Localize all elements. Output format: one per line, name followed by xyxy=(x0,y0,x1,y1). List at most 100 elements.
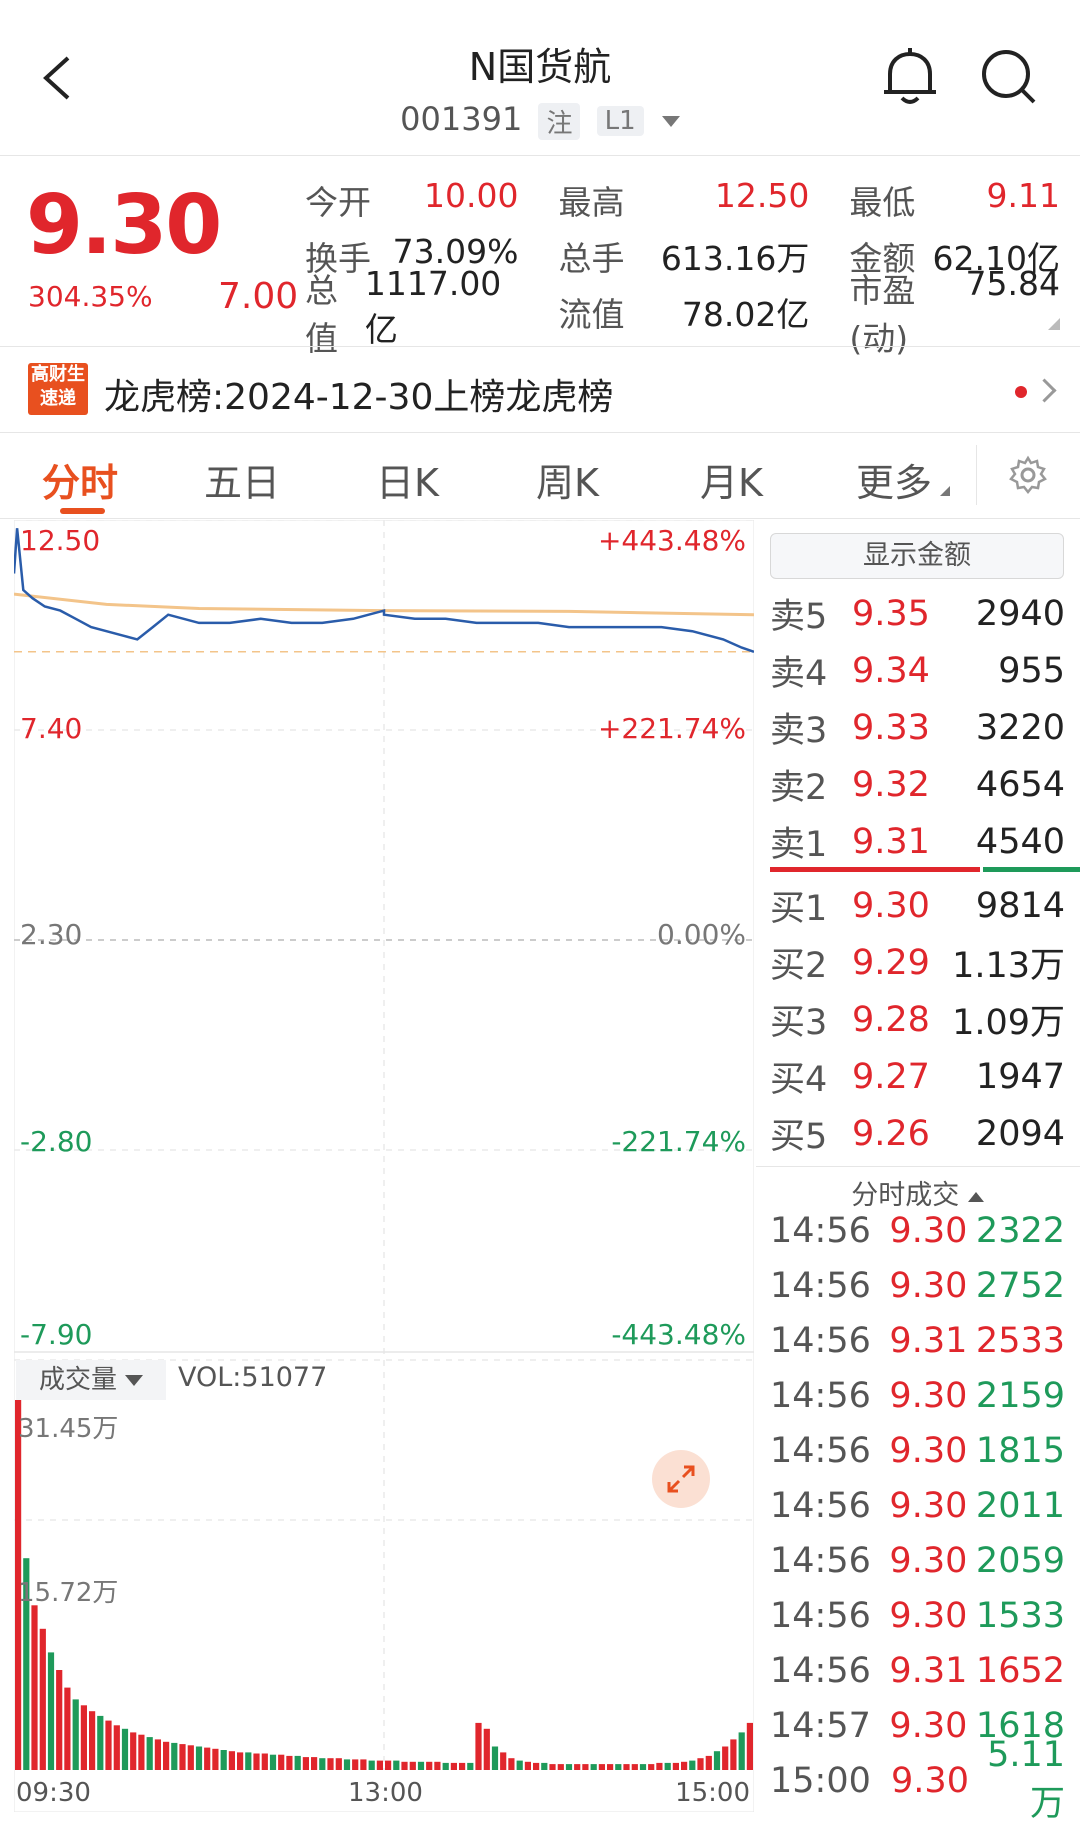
news-headline[interactable]: 龙虎榜:2024-12-30上榜龙虎榜 xyxy=(104,368,613,420)
show-amount-button[interactable]: 显示金额 xyxy=(770,533,1064,579)
volume-bar xyxy=(672,1762,679,1770)
volume-bar xyxy=(722,1746,729,1770)
level-tag[interactable]: L1 xyxy=(596,106,644,136)
ask-price: 9.33 xyxy=(852,707,930,748)
volume-bar xyxy=(746,1722,753,1770)
active-tab-indicator xyxy=(60,508,105,514)
stats-grid[interactable]: 今开 10.00 最高 12.50 最低 9.11 换手 73.09% 总手 613.16… xyxy=(305,172,1060,358)
volume-bar xyxy=(508,1758,515,1770)
volume-bar xyxy=(335,1758,342,1770)
ask-volume: 955 xyxy=(998,650,1065,691)
ask-volume: 2940 xyxy=(975,593,1065,634)
y-label-mid-high-pct: +221.74% xyxy=(597,712,746,745)
volume-bar xyxy=(393,1760,400,1770)
volume-bar xyxy=(31,1605,38,1770)
tab-daily-k[interactable]: 日K xyxy=(376,452,439,507)
tick-volume: 2752 xyxy=(975,1265,1065,1306)
tick-volume: 1533 xyxy=(975,1595,1065,1636)
volume-bar xyxy=(80,1705,87,1770)
tick-price: 9.30 xyxy=(889,1375,968,1416)
tick-row: 14:56 9.30 2059 xyxy=(770,1533,1065,1588)
volume-mid-label: 15.72万 xyxy=(18,1578,119,1608)
settings-gear-icon[interactable] xyxy=(1008,455,1048,495)
tab-intraday[interactable]: 分时 xyxy=(42,452,118,507)
chevron-down-icon[interactable] xyxy=(661,115,680,127)
ask-row[interactable]: 卖3 9.33 3220 xyxy=(770,699,1065,756)
volume-bar xyxy=(89,1711,96,1770)
divider xyxy=(0,346,1080,347)
ask-row[interactable]: 卖5 9.35 2940 xyxy=(770,585,1065,642)
bid-price: 9.26 xyxy=(852,1113,930,1154)
volume-bar xyxy=(343,1759,351,1770)
stats-row: 今开 10.00 最高 12.50 最低 9.11 xyxy=(305,172,1060,228)
bid-row[interactable]: 买2 9.29 1.13万 xyxy=(770,934,1065,991)
search-icon[interactable] xyxy=(980,48,1040,108)
tick-row: 14:56 9.30 2322 xyxy=(770,1203,1065,1258)
volume-bar xyxy=(631,1764,638,1770)
bid-row[interactable]: 买4 9.27 1947 xyxy=(770,1048,1065,1105)
volume-bar xyxy=(56,1670,63,1770)
bid-price: 9.30 xyxy=(852,885,930,926)
expand-corner-icon[interactable] xyxy=(1048,318,1060,330)
volume-bar xyxy=(541,1762,548,1770)
tab-five-day[interactable]: 五日 xyxy=(204,452,280,507)
volume-bar xyxy=(319,1758,326,1770)
tick-price: 9.30 xyxy=(889,1210,968,1251)
volume-bar xyxy=(639,1764,647,1770)
volume-bar xyxy=(64,1687,71,1770)
ask-row[interactable]: 卖1 9.31 4540 xyxy=(770,813,1065,870)
volume-bar xyxy=(713,1751,721,1770)
ask-row[interactable]: 卖4 9.34 955 xyxy=(770,642,1065,699)
y-label-mid-low: -2.80 xyxy=(20,1125,93,1158)
volume-bar xyxy=(220,1750,227,1770)
change-amount: 7.00 xyxy=(218,276,299,317)
volume-bar xyxy=(516,1760,523,1770)
volume-bar xyxy=(533,1762,540,1770)
tab-weekly-k[interactable]: 周K xyxy=(536,452,599,507)
bid-label: 买2 xyxy=(770,946,828,986)
ask-row[interactable]: 卖2 9.32 4654 xyxy=(770,756,1065,813)
volume-bar xyxy=(491,1746,499,1770)
divider xyxy=(756,1166,1080,1167)
y-label-low: -7.90 xyxy=(20,1318,93,1351)
bid-row[interactable]: 买1 9.30 9814 xyxy=(770,877,1065,934)
intraday-chart[interactable]: 12.50 +443.48% 7.40 +221.74% 2.30 0.00% … xyxy=(14,520,754,1812)
tick-volume: 2533 xyxy=(975,1320,1065,1361)
volume-bar xyxy=(97,1715,104,1770)
tick-volume: 2059 xyxy=(975,1540,1065,1581)
bid-row[interactable]: 买5 9.26 2094 xyxy=(770,1105,1065,1162)
bid-label: 买1 xyxy=(770,889,828,929)
tick-price: 9.31 xyxy=(889,1320,968,1361)
tick-time: 14:57 xyxy=(770,1705,871,1746)
volume-bar xyxy=(615,1764,622,1770)
volume-bar xyxy=(368,1760,375,1770)
change-percent: 304.35% xyxy=(28,280,153,313)
volume-bar xyxy=(237,1752,244,1770)
tick-time: 14:56 xyxy=(770,1210,871,1251)
bid-label: 买3 xyxy=(770,1003,828,1043)
tick-time: 15:00 xyxy=(770,1760,871,1801)
volume-bar xyxy=(681,1761,688,1770)
tick-price: 9.30 xyxy=(889,1265,968,1306)
tick-time: 14:56 xyxy=(770,1595,871,1636)
ask-volume: 4540 xyxy=(975,821,1065,862)
volume-bar xyxy=(146,1737,153,1770)
volume-bar xyxy=(475,1722,482,1770)
stat-float-cap: 流值 78.02亿 xyxy=(558,295,810,334)
tab-more[interactable]: 更多 xyxy=(856,452,932,507)
volume-indicator-select[interactable]: 成交量 xyxy=(16,1360,166,1400)
chevron-right-icon[interactable] xyxy=(1032,378,1057,403)
y-label-high: 12.50 xyxy=(20,524,101,557)
stock-code: 001391 xyxy=(400,100,523,138)
bid-volume: 9814 xyxy=(975,885,1065,926)
volume-bar xyxy=(113,1725,120,1770)
volume-bar xyxy=(434,1761,441,1770)
bid-row[interactable]: 买3 9.28 1.09万 xyxy=(770,991,1065,1048)
bell-icon[interactable] xyxy=(880,46,940,106)
tick-row: 14:56 9.30 1533 xyxy=(770,1588,1065,1643)
expand-chart-button[interactable] xyxy=(652,1450,710,1508)
ask-price: 9.35 xyxy=(852,593,930,634)
volume-bar xyxy=(697,1758,704,1770)
tab-monthly-k[interactable]: 月K xyxy=(700,452,763,507)
tick-volume: 2159 xyxy=(975,1375,1065,1416)
